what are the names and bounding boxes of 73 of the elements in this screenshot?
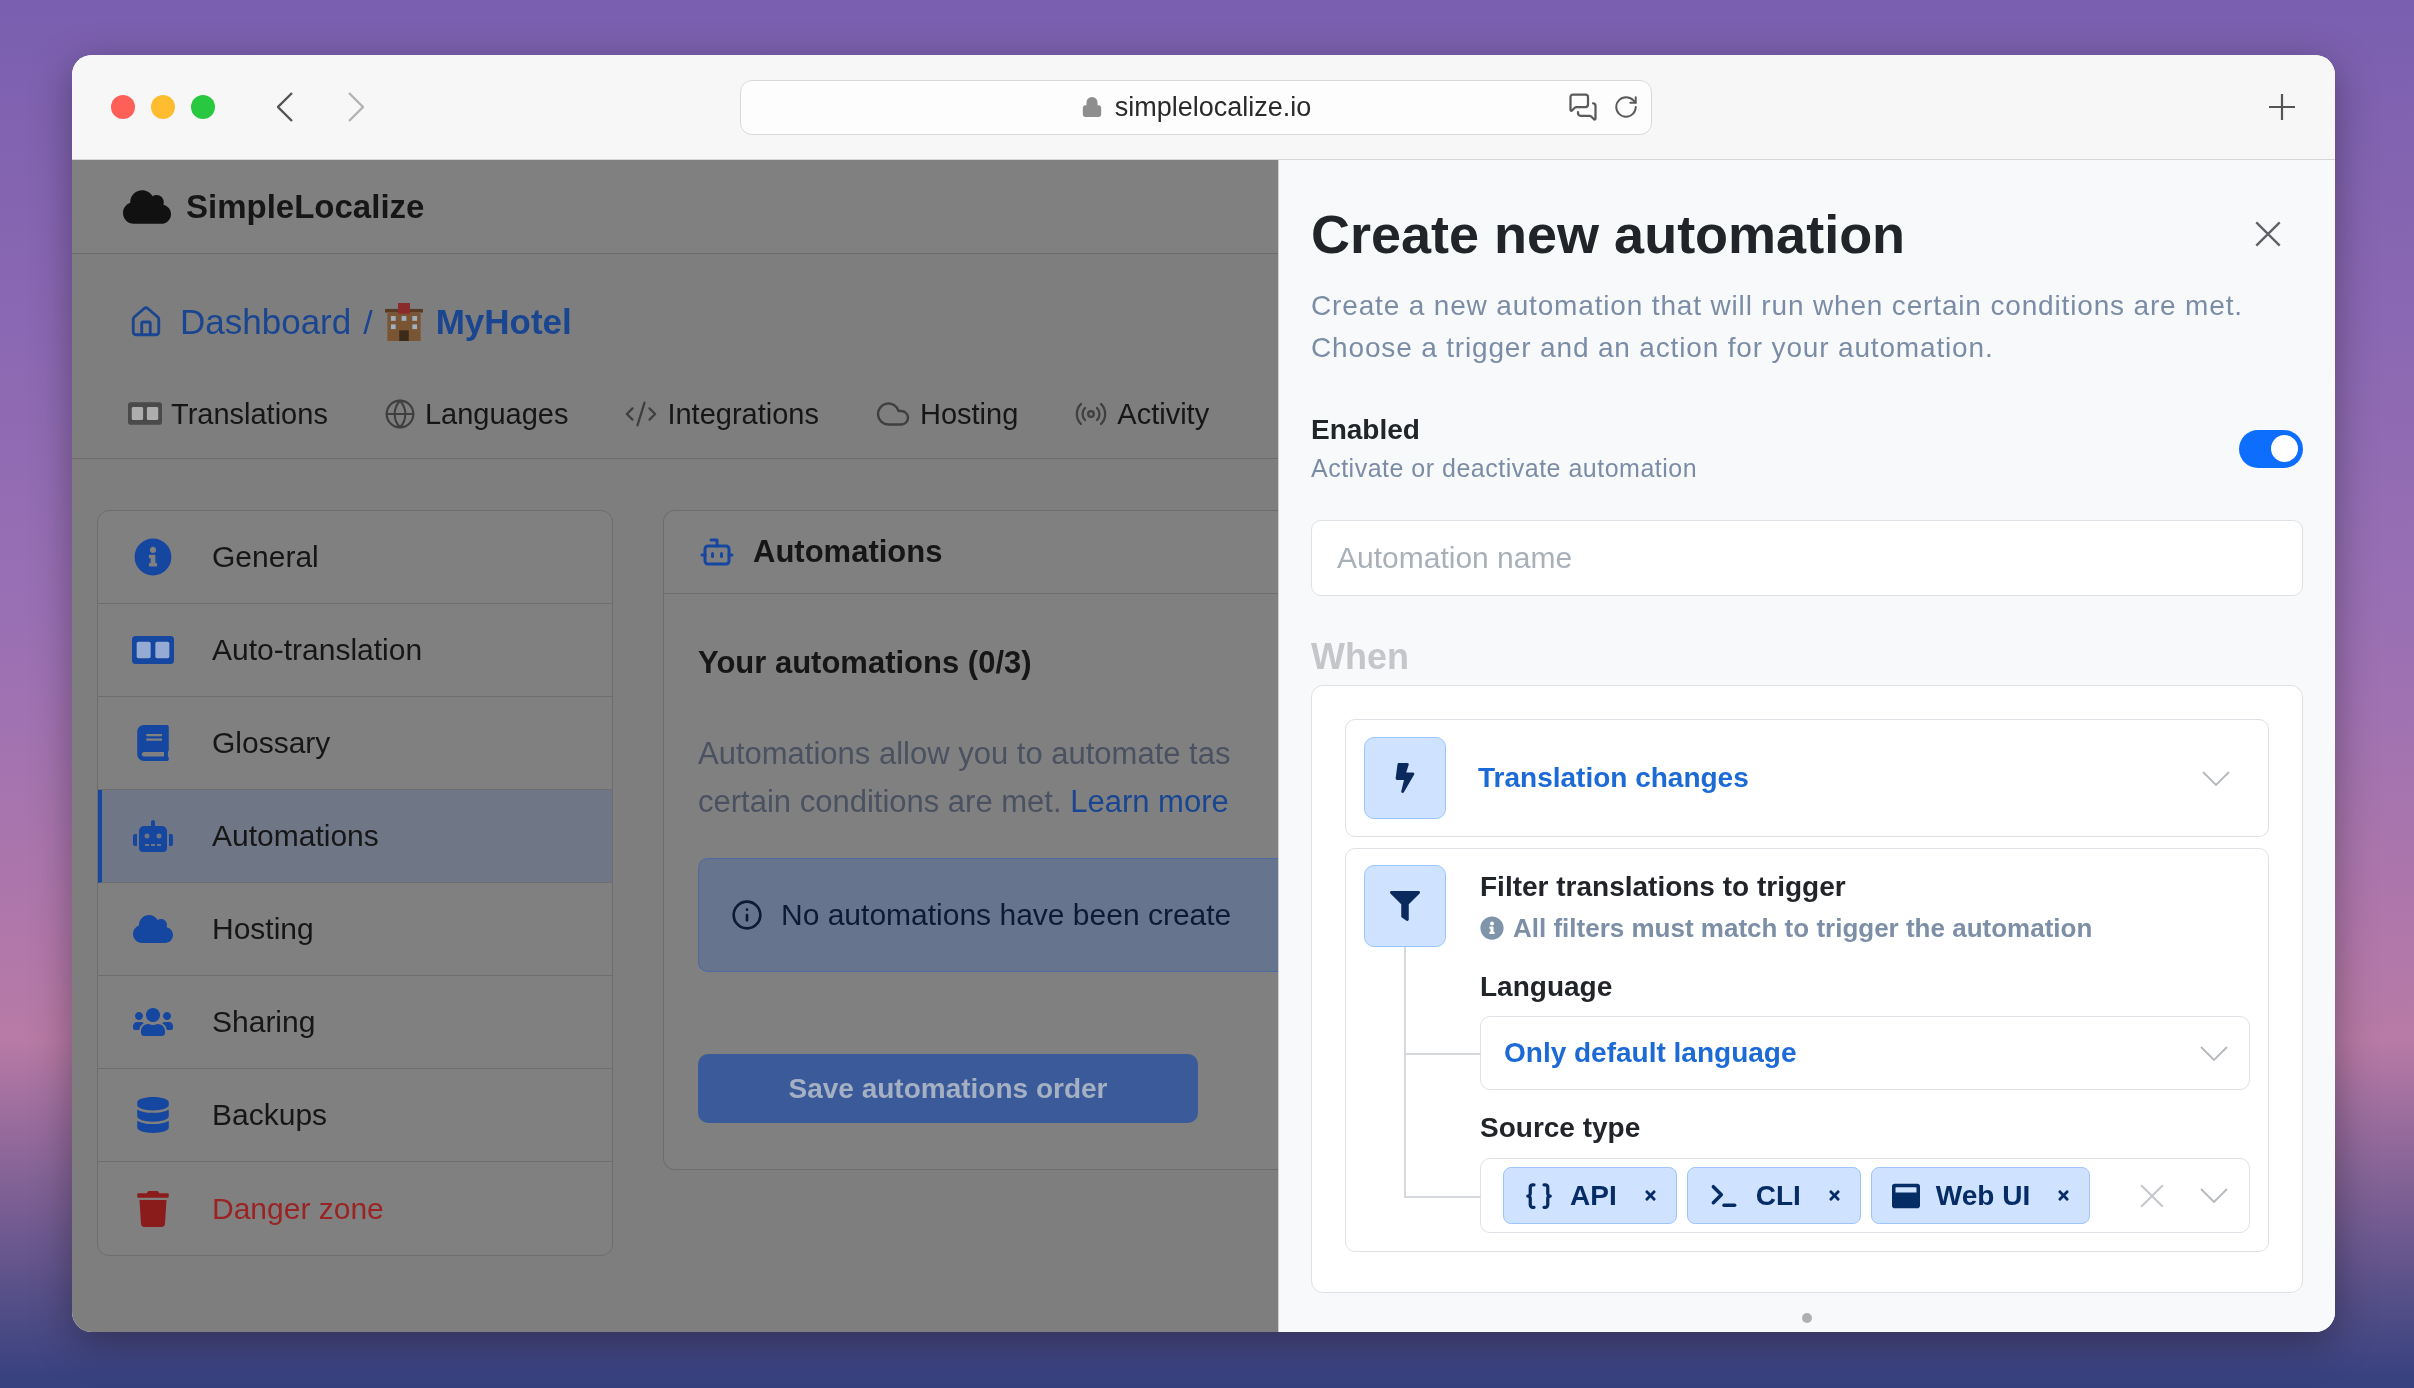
language-select[interactable]: Only default language	[1480, 1016, 2250, 1090]
address-bar[interactable]: simplelocalize.io	[740, 79, 1652, 135]
info-icon	[731, 899, 763, 931]
back-button[interactable]	[277, 92, 293, 122]
url-text: simplelocalize.io	[1114, 91, 1312, 124]
window-icon	[1891, 1181, 1920, 1210]
nav-tab[interactable]: Integrations	[624, 395, 819, 432]
sidebar-item-label: Glossary	[212, 725, 331, 761]
trigger-select[interactable]: Translation changes	[1345, 719, 2269, 837]
source-type-chip[interactable]: API	[1503, 1167, 1677, 1224]
database-icon	[135, 1097, 171, 1133]
filter-hint: All filters must match to trigger the automation	[1513, 912, 2093, 945]
sidebar-item-label: Backups	[212, 1097, 328, 1133]
sidebar-item[interactable]: Sharing	[98, 976, 612, 1069]
info-icon	[134, 538, 172, 576]
drawer-title: Create new automation	[1311, 203, 1906, 266]
translation-box-icon	[132, 636, 174, 664]
sidebar-item[interactable]: Automations	[98, 790, 612, 883]
source-type-chip[interactable]: CLI	[1686, 1167, 1861, 1224]
card-title: Automations	[753, 533, 943, 571]
drawer-description: Create a new automation that will run when certain conditions are met. Choose a trigger and an action for your automation.	[1311, 289, 2244, 365]
info-icon	[1480, 916, 1504, 940]
close-button[interactable]	[2255, 221, 2281, 247]
nav-tab[interactable]: Activity	[1074, 395, 1210, 432]
nav-tab[interactable]: Languages	[383, 395, 569, 432]
chevron-down-icon	[2200, 1188, 2228, 1203]
chevron-down-icon	[2202, 770, 2230, 786]
field-label: Language	[1480, 970, 1614, 1004]
enabled-description: Activate or deactivate automation	[1311, 453, 1698, 484]
sidebar-item-label: Automations	[212, 818, 379, 854]
sidebar-item[interactable]: Backups	[98, 1069, 612, 1162]
enabled-toggle[interactable]	[2239, 429, 2303, 468]
book-icon	[135, 725, 171, 761]
filter-title: Filter translations to trigger	[1480, 870, 1847, 904]
learn-more-link[interactable]: Learn more	[1070, 784, 1229, 819]
chevron-left-icon	[277, 92, 293, 122]
automation-name-field[interactable]: Automation name	[1311, 520, 2303, 596]
nav-tab[interactable]: Translations	[128, 395, 328, 432]
logo-text: SimpleLocalize	[186, 186, 425, 227]
sidebar-item-label: Hosting	[212, 911, 314, 947]
chevron-down-icon	[2200, 1045, 2228, 1061]
close-window-button[interactable]	[111, 95, 135, 119]
source-type-select[interactable]: API CLI Web UI	[1480, 1158, 2250, 1233]
translation-box-icon	[128, 402, 162, 425]
trigger-value: Translation changes	[1478, 761, 1750, 795]
alert-text: No automations have been create	[781, 897, 1232, 933]
select-value: Only default language	[1504, 1036, 1798, 1070]
sidebar-item-label: General	[212, 539, 319, 575]
sidebar-item-label: Auto-translation	[212, 632, 423, 668]
close-icon	[2255, 221, 2281, 247]
trash-icon	[135, 1190, 171, 1227]
funnel-icon	[1364, 865, 1446, 947]
sidebar-item-label: Sharing	[212, 1004, 316, 1040]
breadcrumb-separator: /	[363, 301, 373, 343]
home-icon	[129, 305, 163, 339]
sidebar-item[interactable]: Hosting	[98, 883, 612, 976]
chevron-right-icon	[348, 92, 364, 122]
sidebar-item-label: Danger zone	[212, 1190, 384, 1227]
globe-icon	[383, 397, 416, 430]
enabled-label: Enabled	[1311, 413, 1421, 447]
section-heading: Your automations (0/3)	[698, 644, 1032, 682]
source-type-chip[interactable]: Web UI	[1870, 1167, 2091, 1224]
lock-icon	[1080, 96, 1103, 118]
field-label: Source type	[1480, 1111, 1642, 1145]
reload-icon[interactable]	[1613, 94, 1639, 120]
new-tab-icon[interactable]	[2269, 94, 2295, 120]
sidebar-item[interactable]: Auto-translation	[98, 604, 612, 697]
braces-icon	[1524, 1180, 1554, 1211]
nav-tab[interactable]: Hosting	[874, 395, 1019, 432]
hotel-icon	[384, 303, 423, 341]
sidebar-item[interactable]: General	[98, 511, 612, 604]
lightning-icon	[1364, 737, 1446, 819]
speech-bubbles-icon[interactable]	[1568, 92, 1598, 122]
